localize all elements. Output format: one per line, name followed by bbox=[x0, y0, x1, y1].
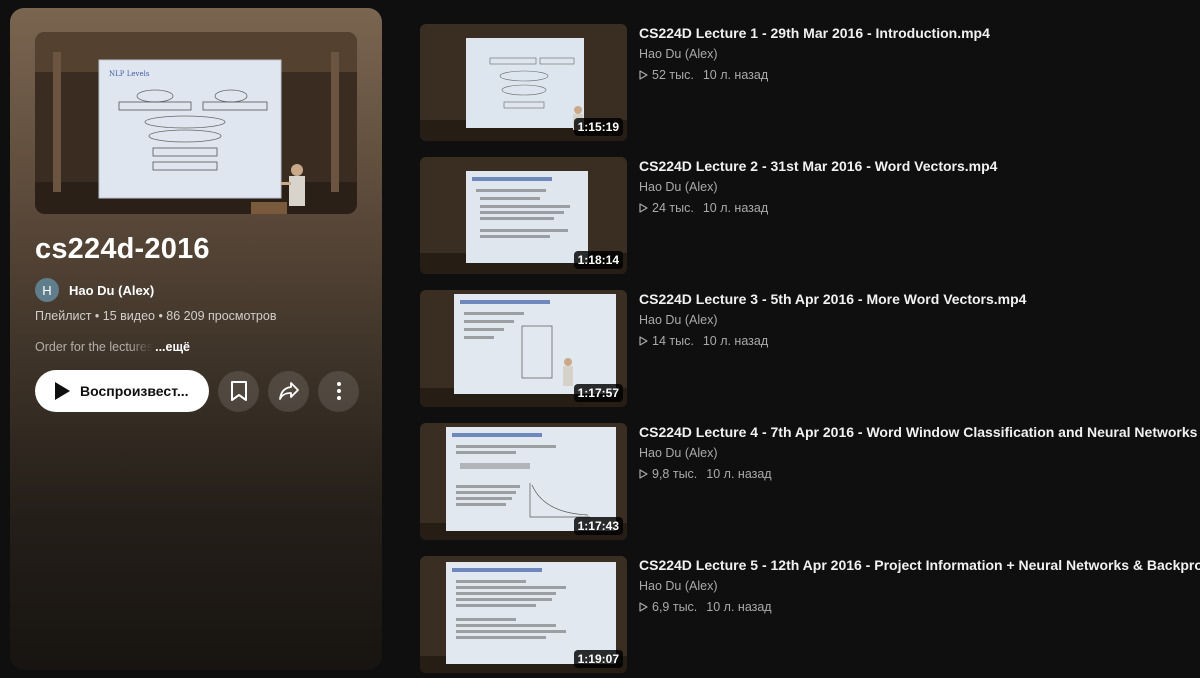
video-item[interactable]: 1:15:19 CS224D Lecture 1 - 29th Mar 2016… bbox=[420, 24, 1200, 142]
video-stats: 52 тыс. 10 л. назад bbox=[639, 68, 768, 82]
video-title[interactable]: CS224D Lecture 1 - 29th Mar 2016 - Intro… bbox=[639, 25, 990, 41]
video-thumbnail[interactable]: 1:15:19 bbox=[420, 24, 627, 141]
play-triangle-icon bbox=[639, 336, 648, 346]
video-duration: 1:17:43 bbox=[573, 517, 623, 535]
playlist-meta: Плейлист • 15 видео • 86 209 просмотров bbox=[35, 309, 277, 323]
play-triangle-icon bbox=[639, 602, 648, 612]
video-thumbnail[interactable]: 1:17:57 bbox=[420, 290, 627, 407]
playlist-header-panel: NLP Levels cs224d-2016 H Hao Du (Alex) П… bbox=[10, 8, 382, 670]
owner-name[interactable]: Hao Du (Alex) bbox=[69, 283, 154, 298]
play-all-button[interactable]: Воспроизвест... bbox=[35, 370, 209, 412]
video-thumbnail[interactable]: 1:17:43 bbox=[420, 423, 627, 540]
video-stats: 14 тыс. 10 л. назад bbox=[639, 334, 768, 348]
video-channel[interactable]: Hao Du (Alex) bbox=[639, 446, 718, 460]
view-count: 6,9 тыс. bbox=[652, 600, 698, 614]
avatar[interactable]: H bbox=[35, 278, 59, 302]
playlist-title: cs224d-2016 bbox=[35, 233, 210, 265]
video-channel[interactable]: Hao Du (Alex) bbox=[639, 180, 718, 194]
video-duration: 1:18:14 bbox=[573, 251, 623, 269]
video-item[interactable]: 1:19:07 CS224D Lecture 5 - 12th Apr 2016… bbox=[420, 556, 1200, 674]
play-triangle-icon bbox=[639, 203, 648, 213]
view-count: 9,8 тыс. bbox=[652, 467, 698, 481]
video-title[interactable]: CS224D Lecture 2 - 31st Mar 2016 - Word … bbox=[639, 158, 997, 174]
video-title[interactable]: CS224D Lecture 4 - 7th Apr 2016 - Word W… bbox=[639, 424, 1197, 440]
video-item[interactable]: 1:18:14 CS224D Lecture 2 - 31st Mar 2016… bbox=[420, 157, 1200, 275]
play-icon bbox=[55, 382, 70, 400]
play-triangle-icon bbox=[639, 70, 648, 80]
bookmark-icon bbox=[230, 381, 247, 401]
more-actions-button[interactable] bbox=[318, 370, 359, 412]
playlist-owner[interactable]: H Hao Du (Alex) bbox=[35, 278, 154, 302]
upload-age: 10 л. назад bbox=[702, 334, 769, 348]
video-stats: 9,8 тыс. 10 л. назад bbox=[639, 467, 772, 481]
video-title[interactable]: CS224D Lecture 5 - 12th Apr 2016 - Proje… bbox=[639, 557, 1200, 573]
share-button[interactable] bbox=[268, 370, 309, 412]
video-channel[interactable]: Hao Du (Alex) bbox=[639, 47, 718, 61]
playlist-actions: Воспроизвест... bbox=[35, 370, 359, 412]
save-playlist-button[interactable] bbox=[218, 370, 259, 412]
description-text: Order for the lectures bbox=[35, 340, 154, 354]
playlist-description: Order for the lectures ...ещё bbox=[35, 340, 190, 354]
view-count: 24 тыс. bbox=[652, 201, 694, 215]
video-duration: 1:19:07 bbox=[573, 650, 623, 668]
video-title[interactable]: CS224D Lecture 3 - 5th Apr 2016 - More W… bbox=[639, 291, 1026, 307]
show-more-link[interactable]: ...ещё bbox=[155, 340, 190, 354]
share-icon bbox=[278, 382, 299, 400]
video-thumbnail[interactable]: 1:18:14 bbox=[420, 157, 627, 274]
video-item[interactable]: 1:17:57 CS224D Lecture 3 - 5th Apr 2016 … bbox=[420, 290, 1200, 408]
video-channel[interactable]: Hao Du (Alex) bbox=[639, 579, 718, 593]
upload-age: 10 л. назад bbox=[702, 201, 769, 215]
video-duration: 1:15:19 bbox=[573, 118, 623, 136]
video-duration: 1:17:57 bbox=[573, 384, 623, 402]
video-stats: 6,9 тыс. 10 л. назад bbox=[639, 600, 772, 614]
playlist-page: NLP Levels cs224d-2016 H Hao Du (Alex) П… bbox=[0, 0, 1200, 678]
slide-heading: NLP Levels bbox=[109, 70, 150, 78]
view-count: 52 тыс. bbox=[652, 68, 694, 82]
video-stats: 24 тыс. 10 л. назад bbox=[639, 201, 768, 215]
play-all-label: Воспроизвест... bbox=[80, 383, 189, 399]
upload-age: 10 л. назад bbox=[702, 68, 769, 82]
playlist-thumbnail[interactable]: NLP Levels bbox=[35, 32, 357, 214]
upload-age: 10 л. назад bbox=[706, 600, 772, 614]
video-thumbnail[interactable]: 1:19:07 bbox=[420, 556, 627, 673]
upload-age: 10 л. назад bbox=[706, 467, 772, 481]
play-triangle-icon bbox=[639, 469, 648, 479]
video-channel[interactable]: Hao Du (Alex) bbox=[639, 313, 718, 327]
more-vert-icon bbox=[336, 382, 341, 400]
video-item[interactable]: 1:17:43 CS224D Lecture 4 - 7th Apr 2016 … bbox=[420, 423, 1200, 541]
playlist-thumbnail-image: NLP Levels bbox=[35, 32, 357, 214]
view-count: 14 тыс. bbox=[652, 334, 694, 348]
